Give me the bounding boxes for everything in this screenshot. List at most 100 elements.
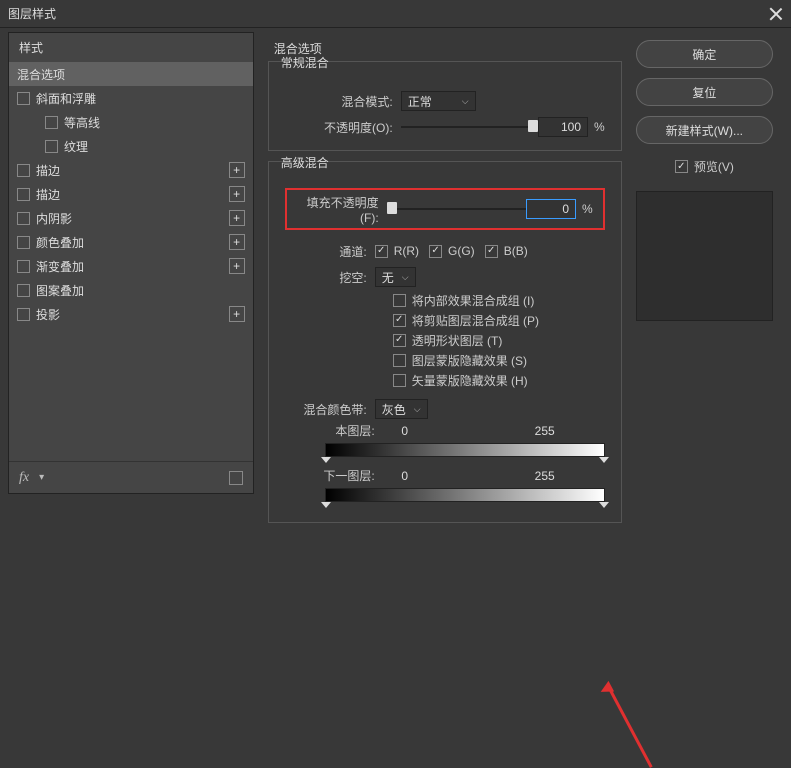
plus-icon[interactable]: +: [229, 162, 245, 178]
plus-icon[interactable]: +: [229, 234, 245, 250]
channel-g-checkbox[interactable]: G(G): [429, 241, 475, 261]
checkbox-icon[interactable]: [17, 92, 30, 105]
sidebar-item[interactable]: 描边+: [9, 158, 253, 182]
opt-layermask-checkbox[interactable]: 图层蒙版隐藏效果 (S): [393, 350, 605, 370]
thislayer-hi: 255: [525, 424, 565, 438]
blendif-select[interactable]: 灰色 ⌵: [375, 399, 428, 419]
plus-icon[interactable]: +: [229, 306, 245, 322]
highlight-box: 填充不透明度(F): 0 %: [285, 188, 605, 230]
sidebar-item[interactable]: 等高线: [9, 110, 253, 134]
checkbox-icon: [675, 160, 688, 173]
sidebar-item-label: 描边: [36, 162, 229, 179]
checkbox-icon[interactable]: [45, 140, 58, 153]
opt-inner-checkbox[interactable]: 将内部效果混合成组 (I): [393, 290, 605, 310]
advanced-options-list: 将内部效果混合成组 (I) 将剪贴图层混合成组 (P) 透明形状图层 (T) 图…: [393, 290, 605, 390]
sidebar-item-label: 纹理: [64, 138, 245, 155]
checkbox-icon[interactable]: [17, 212, 30, 225]
general-blending-fieldset: 常规混合 混合模式: 正常 ⌵ 不透明度(O): 100 %: [268, 61, 622, 151]
window-title: 图层样式: [8, 5, 56, 22]
preview-box: [636, 191, 773, 321]
blend-mode-value: 正常: [408, 93, 432, 110]
chevron-down-icon[interactable]: ▾: [39, 472, 44, 483]
close-icon[interactable]: [769, 7, 783, 21]
percent-label: %: [582, 202, 593, 216]
sidebar-item-label: 颜色叠加: [36, 234, 229, 251]
chevron-down-icon: ⌵: [462, 96, 469, 107]
sidebar-item[interactable]: 投影+: [9, 302, 253, 326]
knockout-label: 挖空:: [285, 269, 375, 286]
opacity-label: 不透明度(O):: [285, 119, 401, 136]
titlebar: 图层样式: [0, 0, 791, 28]
blend-mode-select[interactable]: 正常 ⌵: [401, 91, 476, 111]
preview-label: 预览(V): [694, 158, 734, 175]
sidebar-item[interactable]: 内阴影+: [9, 206, 253, 230]
opacity-input[interactable]: 100: [538, 117, 588, 137]
sidebar-item[interactable]: 颜色叠加+: [9, 230, 253, 254]
thislayer-lo: 0: [385, 424, 425, 438]
sidebar-item-label: 投影: [36, 306, 229, 323]
plus-icon[interactable]: +: [229, 186, 245, 202]
sidebar-item[interactable]: 斜面和浮雕: [9, 86, 253, 110]
blendif-label: 混合颜色带:: [285, 401, 375, 418]
underlying-ramp[interactable]: [325, 488, 605, 502]
checkbox-icon[interactable]: [17, 236, 30, 249]
checkbox-icon[interactable]: [45, 116, 58, 129]
fill-opacity-slider[interactable]: [387, 200, 526, 218]
sidebar-header: 样式: [9, 33, 253, 62]
sidebar-item[interactable]: 图案叠加: [9, 278, 253, 302]
plus-icon[interactable]: +: [229, 258, 245, 274]
percent-label: %: [594, 120, 605, 134]
sidebar-item[interactable]: 描边+: [9, 182, 253, 206]
thislayer-ramp[interactable]: [325, 443, 605, 457]
channel-label: 通道:: [285, 243, 375, 260]
fill-opacity-input[interactable]: 0: [526, 199, 576, 219]
sidebar-item-label: 混合选项: [17, 66, 245, 83]
sidebar-item-label: 等高线: [64, 114, 245, 131]
fx-icon[interactable]: fx: [19, 470, 29, 486]
sidebar-item-label: 描边: [36, 186, 229, 203]
underlying-hi: 255: [525, 469, 565, 483]
preview-checkbox[interactable]: 预览(V): [636, 158, 773, 175]
underlying-label: 下一图层:: [285, 467, 375, 484]
sidebar-item[interactable]: 渐变叠加+: [9, 254, 253, 278]
checkbox-icon[interactable]: [17, 188, 30, 201]
knockout-value: 无: [382, 269, 394, 286]
sidebar-item[interactable]: 纹理: [9, 134, 253, 158]
opt-clipped-checkbox[interactable]: 将剪贴图层混合成组 (P): [393, 310, 605, 330]
opacity-slider[interactable]: [401, 118, 538, 136]
underlying-lo: 0: [385, 469, 425, 483]
chevron-down-icon: ⌵: [414, 404, 421, 415]
channel-r-checkbox[interactable]: R(R): [375, 241, 419, 261]
content: 样式 混合选项斜面和浮雕等高线纹理描边+描边+内阴影+颜色叠加+渐变叠加+图案叠…: [0, 28, 791, 498]
sidebar-item-label: 斜面和浮雕: [36, 90, 245, 107]
cancel-button[interactable]: 复位: [636, 78, 773, 106]
sidebar-list: 混合选项斜面和浮雕等高线纹理描边+描边+内阴影+颜色叠加+渐变叠加+图案叠加投影…: [9, 62, 253, 461]
checkbox-icon[interactable]: [17, 284, 30, 297]
trash-icon[interactable]: [229, 471, 243, 485]
blendif-value: 灰色: [382, 401, 406, 418]
opt-transparent-checkbox[interactable]: 透明形状图层 (T): [393, 330, 605, 350]
right-panel: 确定 复位 新建样式(W)... 预览(V): [636, 28, 791, 498]
thislayer-label: 本图层:: [285, 422, 375, 439]
opt-vectormask-checkbox[interactable]: 矢量蒙版隐藏效果 (H): [393, 370, 605, 390]
sidebar-item-label: 内阴影: [36, 210, 229, 227]
ok-button[interactable]: 确定: [636, 40, 773, 68]
chevron-down-icon: ⌵: [402, 272, 409, 283]
section-title: 混合选项: [274, 40, 622, 57]
new-style-button[interactable]: 新建样式(W)...: [636, 116, 773, 144]
checkbox-icon[interactable]: [17, 308, 30, 321]
advanced-blending-fieldset: 高级混合 填充不透明度(F): 0 % 通道: R(R) G(G) B(B): [268, 161, 622, 523]
checkbox-icon[interactable]: [17, 164, 30, 177]
sidebar: 样式 混合选项斜面和浮雕等高线纹理描边+描边+内阴影+颜色叠加+渐变叠加+图案叠…: [8, 32, 254, 494]
knockout-select[interactable]: 无 ⌵: [375, 267, 416, 287]
channel-b-checkbox[interactable]: B(B): [485, 241, 528, 261]
fill-opacity-label: 填充不透明度(F):: [297, 194, 387, 225]
sidebar-item[interactable]: 混合选项: [9, 62, 253, 86]
sidebar-footer: fx ▾: [9, 461, 253, 493]
plus-icon[interactable]: +: [229, 210, 245, 226]
middle-panel: 混合选项 常规混合 混合模式: 正常 ⌵ 不透明度(O): 100 % 高级混合: [254, 28, 636, 498]
blend-mode-label: 混合模式:: [285, 93, 401, 110]
checkbox-icon[interactable]: [17, 260, 30, 273]
sidebar-item-label: 渐变叠加: [36, 258, 229, 275]
sidebar-item-label: 图案叠加: [36, 282, 245, 299]
